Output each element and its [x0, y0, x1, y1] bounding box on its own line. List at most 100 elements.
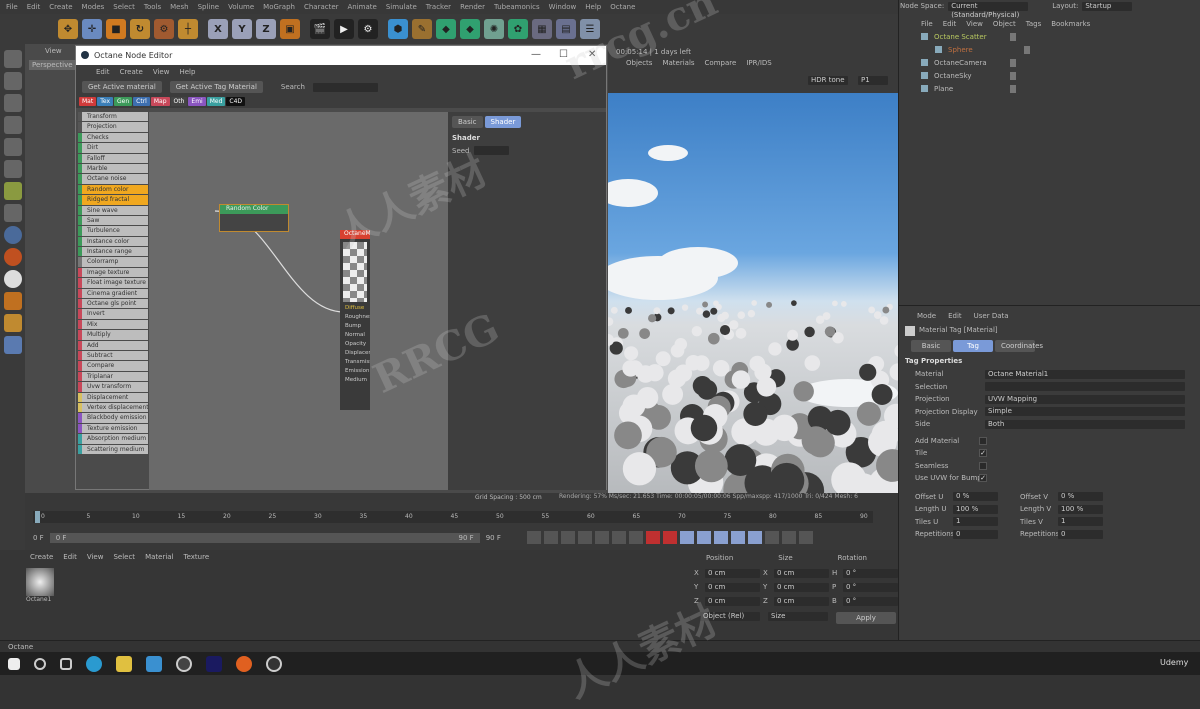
transform-tool-icon[interactable]: ⚙ — [154, 19, 174, 39]
pen-icon[interactable]: ✎ — [412, 19, 432, 39]
z-axis-button[interactable]: Z — [256, 19, 276, 39]
menu-tubeamonics[interactable]: Tubeamonics — [494, 3, 540, 11]
points-mode-icon[interactable] — [3, 116, 22, 134]
menu-mograph[interactable]: MoGraph — [263, 3, 295, 11]
cinema4d-icon[interactable] — [176, 655, 192, 672]
node-list-item[interactable]: Image texture — [78, 267, 148, 278]
object-row[interactable]: OctaneSky — [913, 69, 1200, 82]
node-editor-titlebar[interactable]: Octane Node Editor — ☐ ✕ — [76, 46, 606, 65]
node-list-item[interactable]: Random color — [78, 184, 148, 195]
object-menu-item[interactable]: View — [966, 20, 983, 30]
node-input-pin[interactable]: Transmission — [340, 359, 370, 368]
material-menu-item[interactable]: Edit — [63, 553, 77, 564]
node-list-item[interactable]: Falloff — [78, 153, 148, 163]
node-list-item[interactable]: Octane gls point — [78, 299, 148, 309]
move-tool-icon[interactable]: ✥ — [58, 19, 78, 39]
numeric-field[interactable]: 0 % — [1058, 492, 1103, 502]
select-tool-icon[interactable]: ✛ — [82, 19, 102, 39]
coord-field[interactable]: 0 ° — [843, 582, 898, 592]
mograph-icon[interactable]: ✺ — [484, 19, 504, 39]
next-frame-icon[interactable] — [594, 531, 609, 544]
tab-gen[interactable]: Gen — [114, 97, 133, 106]
tab-coordinates[interactable]: Coordinates — [995, 340, 1043, 352]
checkbox[interactable] — [979, 436, 987, 445]
render-view[interactable] — [608, 93, 898, 493]
menu-select[interactable]: Select — [113, 3, 135, 11]
checkbox[interactable]: ✓ — [979, 474, 987, 483]
apply-button[interactable]: Apply — [836, 612, 896, 624]
menu-edit[interactable]: Edit — [27, 3, 41, 11]
material-menu-item[interactable]: Select — [113, 553, 135, 564]
node-list-item[interactable]: Cinema gradient — [78, 288, 148, 299]
object-row[interactable]: OctaneCamera — [913, 56, 1200, 69]
node-input-pin[interactable]: Bump — [340, 323, 370, 332]
node-list-item[interactable]: Uvw transform — [78, 382, 148, 392]
node-list-item[interactable]: Turbulence — [78, 226, 148, 236]
next-key-icon[interactable] — [611, 531, 626, 544]
random-color-node[interactable]: Random Color — [219, 204, 289, 232]
scale-key-icon[interactable] — [713, 531, 728, 544]
node-list-item[interactable]: Instance range — [78, 247, 148, 257]
light-icon[interactable]: ☰ — [580, 19, 600, 39]
node-editor-menu-item[interactable]: Help — [179, 68, 195, 76]
attribute-menu-item[interactable]: User Data — [974, 312, 1009, 324]
get-active-material-button[interactable]: Get Active material — [82, 81, 162, 93]
numeric-field[interactable]: 100 % — [953, 504, 998, 514]
menu-octane[interactable]: Octane — [610, 3, 635, 11]
undo-icon[interactable] — [3, 50, 22, 68]
lock-icon[interactable] — [3, 292, 22, 310]
node-list-item[interactable]: Float image texture — [78, 278, 148, 288]
tab-tag[interactable]: Tag — [953, 340, 993, 352]
property-field[interactable] — [985, 382, 1185, 392]
motion-clip-icon[interactable] — [781, 531, 796, 544]
node-list-item[interactable]: Projection — [78, 122, 148, 132]
render-menu-item[interactable]: Materials — [662, 59, 694, 67]
x-axis-button[interactable]: X — [208, 19, 228, 39]
node-list-item[interactable]: Absorption medium — [78, 434, 148, 444]
node-list-item[interactable]: Transform — [78, 112, 148, 122]
current-frame[interactable]: 0 F — [33, 534, 44, 542]
node-input-pin[interactable]: Roughness — [340, 314, 370, 323]
coord-field[interactable]: 0 cm — [774, 596, 829, 606]
prev-frame-icon[interactable] — [560, 531, 575, 544]
coord-field[interactable]: 0 cm — [705, 582, 760, 592]
attribute-menu-item[interactable]: Mode — [917, 312, 936, 324]
node-editor-menu-item[interactable]: Edit — [96, 68, 110, 76]
menu-mesh[interactable]: Mesh — [170, 3, 188, 11]
menu-tools[interactable]: Tools — [144, 3, 161, 11]
attribute-menu-item[interactable]: Edit — [948, 312, 962, 324]
visibility-icon[interactable] — [1010, 71, 1016, 80]
object-row[interactable]: Octane Scatter — [913, 30, 1200, 43]
workplane-icon[interactable] — [3, 204, 22, 222]
numeric-field[interactable]: 0 — [1058, 529, 1103, 539]
numeric-field[interactable]: 100 % — [1058, 504, 1103, 514]
coord-field[interactable]: 0 ° — [843, 568, 898, 578]
tab-basic[interactable]: Basic — [452, 116, 483, 128]
model-mode-icon[interactable] — [3, 72, 22, 90]
menu-animate[interactable]: Animate — [348, 3, 377, 11]
property-field[interactable]: Both — [985, 419, 1185, 429]
mail-icon[interactable] — [146, 655, 162, 672]
render-menu-item[interactable]: Objects — [626, 59, 652, 67]
polygons-mode-icon[interactable] — [3, 160, 22, 178]
property-field[interactable]: Octane Material1 — [985, 369, 1185, 379]
rotate-key-icon[interactable] — [730, 531, 745, 544]
node-list-item[interactable]: Invert — [78, 309, 148, 319]
param-key-icon[interactable] — [747, 531, 762, 544]
tab-basic[interactable]: Basic — [911, 340, 951, 352]
hdr-tone-select[interactable]: HDR tone — [808, 76, 848, 85]
tab-emi[interactable]: Emi — [188, 97, 206, 106]
node-list-item[interactable]: Subtract — [78, 350, 148, 361]
enable-axis-icon[interactable] — [3, 182, 22, 200]
material-menu-item[interactable]: Create — [30, 553, 53, 564]
menu-file[interactable]: File — [6, 3, 18, 11]
object-menu-item[interactable]: Object — [993, 20, 1016, 30]
tab-mat[interactable]: Mat — [79, 97, 97, 106]
render-settings-icon[interactable]: ⚙ — [358, 19, 378, 39]
node-list-item[interactable]: Colorramp — [78, 257, 148, 267]
render-view-icon[interactable]: 🎬 — [310, 19, 330, 39]
node-input-pin[interactable]: Displacement — [340, 350, 370, 359]
record-icon[interactable] — [645, 531, 660, 544]
material-menu-item[interactable]: Texture — [184, 553, 210, 564]
subdivision-icon[interactable]: ◆ — [436, 19, 456, 39]
